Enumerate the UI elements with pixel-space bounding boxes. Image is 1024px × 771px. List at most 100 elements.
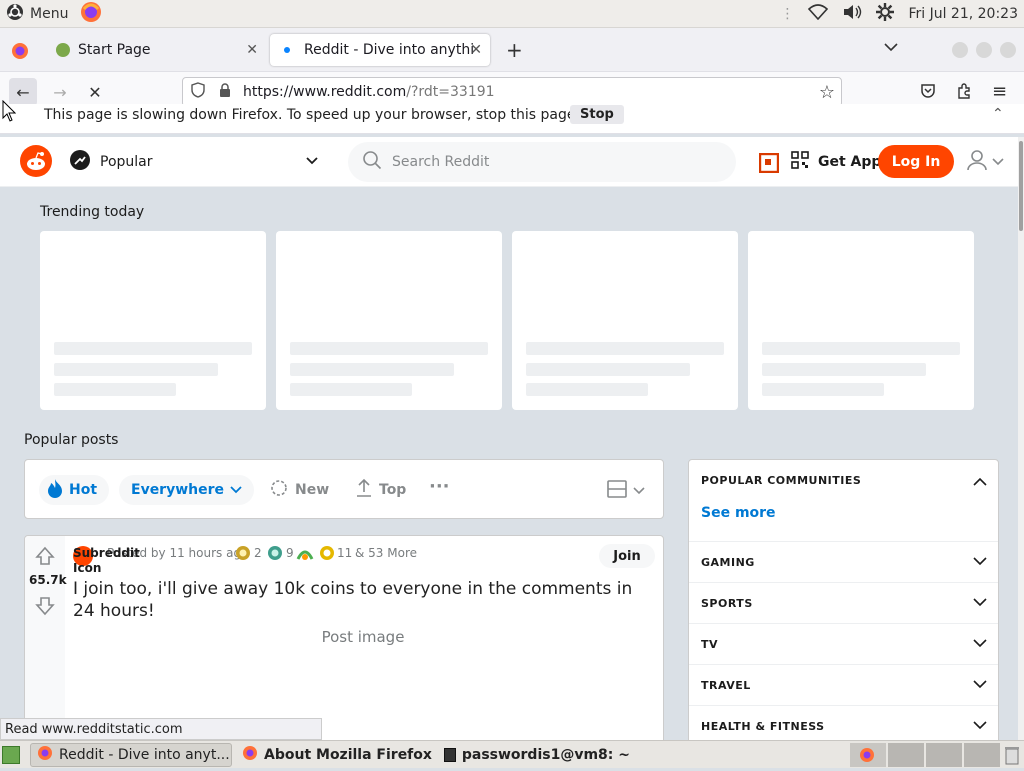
chevron-down-icon — [973, 596, 987, 611]
location-dropdown[interactable]: Everywhere — [119, 475, 255, 505]
wifi-icon[interactable] — [808, 4, 829, 24]
view-layout-dropdown[interactable] — [607, 480, 645, 502]
tracking-shield-icon[interactable] — [191, 82, 205, 102]
get-app-label: Get App — [818, 154, 882, 170]
volume-icon[interactable] — [842, 4, 862, 24]
advertise-icon[interactable] — [758, 152, 780, 177]
chevron-down-icon — [973, 555, 987, 570]
window-minimize-icon[interactable] — [952, 42, 968, 58]
search-input[interactable]: Search Reddit — [348, 142, 736, 182]
clock-text[interactable]: Fri Jul 21, 20:23 — [908, 6, 1018, 22]
trending-card[interactable] — [276, 231, 502, 410]
community-category-tv[interactable]: TV — [689, 623, 998, 664]
feed-selector-dropdown[interactable]: Popular — [70, 150, 326, 174]
stop-page-button[interactable]: Stop — [570, 105, 624, 124]
window-close-icon[interactable] — [1000, 42, 1016, 58]
see-more-link[interactable]: See more — [701, 505, 776, 521]
notice-close-chevron-icon[interactable]: ⌃ — [992, 106, 1004, 122]
hamburger-menu-icon[interactable]: ≡ — [992, 81, 1007, 102]
more-awards-link[interactable]: & 53 More — [355, 546, 417, 560]
trash-icon[interactable] — [1004, 745, 1020, 769]
settings-gear-icon[interactable] — [876, 3, 895, 25]
os-menu-label: Menu — [30, 5, 69, 22]
tab-close-icon[interactable]: ✕ — [246, 42, 258, 58]
post-image-alt-text[interactable]: Post image — [73, 628, 653, 646]
sort-new-button[interactable]: New — [265, 475, 333, 505]
chevron-up-icon[interactable] — [973, 475, 987, 490]
workspace-3[interactable] — [926, 743, 962, 767]
window-maximize-icon[interactable] — [976, 42, 992, 58]
taskbar-item-reddit[interactable]: Reddit - Dive into anyt... — [30, 743, 232, 767]
tab-title: Reddit - Dive into anythin — [304, 42, 474, 58]
trending-card[interactable] — [748, 231, 974, 410]
chevron-down-icon — [973, 637, 987, 652]
upvote-arrow-icon[interactable] — [35, 546, 55, 570]
community-category-gaming[interactable]: GAMING — [689, 541, 998, 582]
get-app-button[interactable]: Get App — [790, 150, 881, 174]
url-path: /?rdt=33191 — [406, 84, 495, 100]
os-menu-button[interactable]: Menu — [0, 3, 68, 25]
scrollbar-thumb[interactable] — [1019, 141, 1023, 231]
popular-communities-heading: POPULAR COMMUNITIES — [701, 474, 862, 487]
lock-icon[interactable] — [219, 82, 231, 102]
trending-card[interactable] — [512, 231, 738, 410]
workspace-1-firefox-icon[interactable] — [850, 743, 886, 767]
bookmark-star-icon[interactable]: ☆ — [819, 82, 835, 103]
community-category-travel[interactable]: TRAVEL — [689, 664, 998, 705]
reddit-logo-icon[interactable] — [20, 145, 52, 181]
firefox-view-icon[interactable] — [11, 42, 29, 64]
user-menu-button[interactable] — [966, 149, 1004, 175]
browser-tab-bar: Start Page ✕ Reddit - Dive into anythin … — [0, 28, 1024, 72]
url-bar[interactable]: https://www.reddit.com/?rdt=33191 ☆ — [182, 77, 842, 107]
downvote-arrow-icon[interactable] — [35, 596, 55, 620]
pocket-icon[interactable] — [920, 83, 936, 103]
taskbar-item-label: About Mozilla Firefox — [264, 747, 432, 763]
tab-reddit[interactable]: Reddit - Dive into anythin ✕ — [270, 34, 490, 66]
award-count: 2 — [254, 546, 262, 560]
subreddit-icon-alt-text[interactable]: Subreddit Icon — [73, 546, 140, 576]
stop-loading-button[interactable]: ✕ — [81, 78, 109, 106]
join-button[interactable]: Join — [599, 544, 655, 568]
os-top-panel: Menu ⋮ Fri Jul 21, 20:23 — [0, 0, 1024, 28]
extensions-puzzle-icon[interactable] — [956, 83, 972, 103]
page-scrollbar[interactable] — [1018, 137, 1024, 740]
tab-start-page[interactable]: Start Page ✕ — [46, 34, 266, 66]
mouse-cursor-icon — [2, 99, 17, 126]
award-icon — [319, 545, 335, 565]
post-card[interactable]: 65.7k Subreddit Icon Posted by 11 hours … — [24, 535, 664, 740]
tab-close-icon[interactable]: ✕ — [470, 42, 482, 58]
new-tab-plus-icon[interactable]: + — [506, 38, 523, 62]
more-options-icon[interactable]: ··· — [429, 476, 450, 497]
sort-hot-button[interactable]: Hot — [39, 475, 110, 505]
tab-title: Start Page — [78, 42, 151, 58]
workspace-4[interactable] — [964, 743, 1000, 767]
category-label: HEALTH & FITNESS — [701, 719, 825, 733]
top-upload-icon — [355, 478, 373, 502]
sort-top-button[interactable]: Top — [351, 475, 410, 505]
sort-new-label: New — [295, 482, 330, 498]
show-desktop-icon[interactable] — [2, 746, 20, 764]
community-category-sports[interactable]: SPORTS — [689, 582, 998, 623]
chevron-down-icon — [973, 719, 987, 734]
taskbar-item-label: passwordis1@vm8: ~ — [461, 747, 630, 763]
community-category-health-fitness[interactable]: HEALTH & FITNESS — [689, 705, 998, 740]
qr-code-icon — [790, 150, 810, 174]
forward-button[interactable]: → — [46, 78, 74, 106]
award-icon — [235, 545, 251, 565]
trending-card[interactable] — [40, 231, 266, 410]
category-label: TRAVEL — [701, 678, 751, 692]
back-arrow-icon: ← — [16, 82, 30, 102]
os-taskbar: Reddit - Dive into anyt... About Mozilla… — [0, 740, 1024, 768]
taskbar-item-terminal[interactable]: passwordis1@vm8: ~ — [438, 743, 636, 767]
taskbar-item-label: Reddit - Dive into anyt... — [59, 747, 230, 763]
popular-communities-panel: POPULAR COMMUNITIES See more GAMING SPOR… — [688, 459, 999, 740]
forward-arrow-icon: → — [53, 82, 67, 102]
post-title[interactable]: I join too, i'll give away 10k coins to … — [73, 578, 653, 622]
search-placeholder: Search Reddit — [392, 154, 490, 170]
workspace-2[interactable] — [888, 743, 924, 767]
tab-list-chevron-icon[interactable] — [884, 40, 898, 56]
stop-x-icon: ✕ — [88, 82, 102, 102]
taskbar-item-about-firefox[interactable]: About Mozilla Firefox — [236, 743, 434, 767]
firefox-launcher-icon[interactable] — [80, 1, 102, 27]
login-button[interactable]: Log In — [878, 145, 954, 178]
